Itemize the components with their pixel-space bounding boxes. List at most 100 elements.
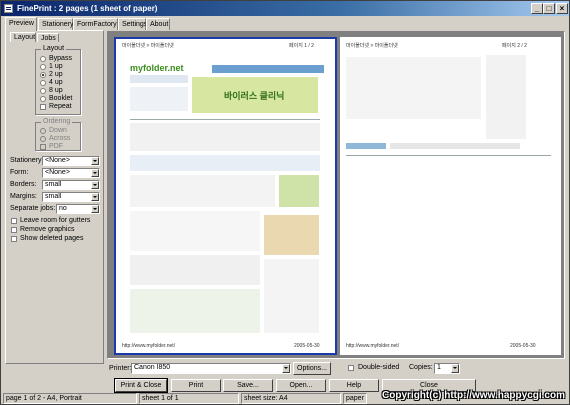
chevron-down-icon	[91, 193, 99, 201]
label-show-deleted-pages: Show deleted pages	[20, 235, 84, 242]
preview-page-1[interactable]: 마이폴더넷 > 마이폴더넷 페이지 1 / 2 myfolder.net 바이러…	[114, 37, 337, 355]
printer-value: Canon I850	[134, 364, 171, 371]
tab-about[interactable]: About	[146, 18, 170, 30]
page2-link-list	[486, 55, 526, 139]
separate-jobs-label: Separate jobs:	[10, 205, 56, 212]
printer-select[interactable]: Canon I850	[131, 363, 291, 374]
checkbox-repeat[interactable]	[40, 104, 46, 110]
radio-across[interactable]	[40, 136, 46, 142]
side-ad-block	[279, 175, 319, 207]
radio-1up[interactable]	[40, 64, 46, 70]
status-sheet-size: sheet size: A4	[241, 393, 341, 404]
preview-area[interactable]: 마이폴더넷 > 마이폴더넷 페이지 1 / 2 myfolder.net 바이러…	[107, 31, 565, 359]
separate-jobs-select[interactable]: no	[56, 204, 100, 214]
gallery-block	[130, 289, 260, 333]
label-down: Down	[49, 127, 67, 134]
fineprint-app-icon	[4, 4, 13, 13]
news-block	[130, 175, 275, 207]
content-divider	[130, 119, 320, 120]
page2-footer-right: 2005-05-30	[510, 343, 536, 349]
tab-preview[interactable]: Preview	[5, 17, 37, 31]
page2-text-block	[346, 57, 481, 119]
fineprint-window: FinePrint : 2 pages (1 sheet of paper) _…	[0, 0, 570, 405]
borders-select[interactable]: small	[42, 180, 100, 190]
spinner-icon[interactable]	[451, 364, 459, 373]
label-repeat: Repeat	[49, 103, 72, 110]
borders-value: small	[45, 181, 62, 188]
label-leave-room-gutters: Leave room for gutters	[20, 217, 91, 224]
checkbox-pdf[interactable]	[40, 144, 46, 150]
borders-label: Borders:	[10, 181, 37, 188]
form-select[interactable]: <None>	[42, 168, 100, 178]
radio-8up[interactable]	[40, 88, 46, 94]
page2-bottom-bar	[346, 143, 386, 149]
label-4up: 4 up	[49, 79, 63, 86]
options-button[interactable]: Options...	[293, 362, 331, 375]
page1-header-right: 페이지 1 / 2	[289, 43, 314, 49]
maximize-button[interactable]: □	[543, 3, 555, 14]
checkbox-show-deleted-pages[interactable]	[11, 236, 17, 242]
chevron-down-icon	[91, 181, 99, 189]
page1-header-left: 마이폴더넷 > 마이폴더넷	[122, 43, 174, 49]
margins-label: Margins:	[10, 193, 37, 200]
tab-settings[interactable]: Settings	[118, 18, 147, 30]
ordering-group: Ordering Down Across PDF	[35, 118, 81, 151]
download-list-block	[130, 211, 260, 251]
page2-header-left: 마이폴더넷 > 마이폴더넷	[346, 43, 398, 49]
print-button[interactable]: Print	[171, 379, 221, 392]
menu-links-block	[130, 123, 320, 151]
label-1up: 1 up	[49, 63, 63, 70]
tab-formfactory[interactable]: FormFactory	[73, 18, 118, 30]
open-button[interactable]: Open...	[276, 379, 326, 392]
tips-block	[130, 255, 260, 285]
label-booklet: Booklet	[49, 95, 73, 102]
page2-partner-logos	[390, 143, 520, 149]
minimize-button[interactable]: _	[531, 3, 543, 14]
radio-bypass[interactable]	[40, 56, 46, 62]
printer-label: Printer:	[109, 365, 132, 372]
subtab-jobs[interactable]: Jobs	[37, 33, 59, 42]
save-button[interactable]: Save...	[223, 379, 273, 392]
copyright-watermark: Copyright(c) http://www.happycgi.com	[382, 390, 565, 401]
help-button[interactable]: Help	[329, 379, 379, 392]
chevron-down-icon	[282, 364, 290, 373]
title-bar: FinePrint : 2 pages (1 sheet of paper) _…	[1, 1, 569, 16]
radio-down[interactable]	[40, 128, 46, 134]
label-remove-graphics: Remove graphics	[20, 226, 75, 233]
close-window-button[interactable]: ×	[556, 3, 568, 14]
ranking-block	[264, 259, 319, 333]
tab-stationery[interactable]: Stationery	[38, 18, 74, 30]
banner-text: 바이러스 클리닉	[224, 91, 285, 101]
myfolder-logo: myfolder.net	[130, 63, 184, 73]
login-form	[130, 87, 188, 111]
subtab-layout[interactable]: Layout	[10, 32, 36, 42]
radio-booklet[interactable]	[40, 96, 46, 102]
margins-value: small	[45, 193, 62, 200]
page1-footer-right: 2005-05-30	[294, 343, 320, 349]
preview-page-2[interactable]: 마이폴더넷 > 마이폴더넷 페이지 2 / 2 http://www.myfol…	[340, 37, 561, 355]
stationery-select[interactable]: <None>	[42, 156, 100, 166]
margins-select[interactable]: small	[42, 192, 100, 202]
status-paper-size: paper s	[343, 393, 367, 404]
category-strip	[130, 155, 320, 171]
checkbox-double-sided[interactable]	[348, 365, 354, 371]
layout-group: Layout Bypass 1 up 2 up 4 up 8 up Bookle…	[35, 45, 81, 115]
separate-jobs-value: no	[59, 205, 67, 212]
copies-input[interactable]: 1	[434, 363, 460, 374]
page2-header-right: 페이지 2 / 2	[502, 43, 527, 49]
radio-2up[interactable]	[40, 72, 46, 78]
top-nav-bar	[212, 65, 324, 73]
chevron-down-icon	[91, 205, 99, 213]
checkbox-remove-graphics[interactable]	[11, 227, 17, 233]
checkbox-leave-room-gutters[interactable]	[11, 218, 17, 224]
page2-footer-rule	[346, 155, 551, 156]
form-value: <None>	[45, 169, 70, 176]
window-title: FinePrint : 2 pages (1 sheet of paper)	[17, 4, 158, 13]
double-sided-label: Double-sided	[358, 364, 400, 371]
chevron-down-icon	[91, 169, 99, 177]
print-close-button[interactable]: Print & Close	[114, 378, 168, 393]
stationery-value: <None>	[45, 157, 70, 164]
label-across: Across	[49, 135, 71, 142]
photo-block	[264, 215, 319, 255]
radio-4up[interactable]	[40, 80, 46, 86]
